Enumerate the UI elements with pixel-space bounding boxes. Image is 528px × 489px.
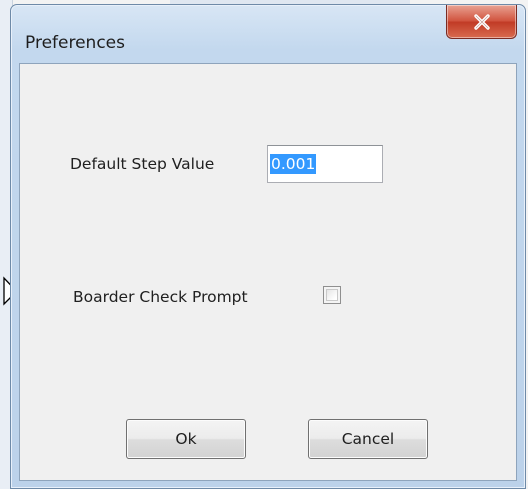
preferences-dialog: Preferences Default Step Value 0.001 Boa… (10, 4, 526, 489)
dialog-content: Default Step Value 0.001 Boarder Check P… (19, 63, 517, 481)
default-step-value-label: Default Step Value (70, 155, 215, 173)
ok-button[interactable]: Ok (126, 419, 246, 459)
default-step-value-text: 0.001 (270, 154, 317, 174)
default-step-value-input[interactable]: 0.001 (267, 145, 383, 183)
boarder-check-prompt-checkbox[interactable] (323, 286, 341, 304)
boarder-check-prompt-label: Boarder Check Prompt (73, 288, 248, 306)
title-bar[interactable]: Preferences (11, 5, 525, 63)
dialog-title: Preferences (25, 33, 125, 53)
close-icon (473, 13, 490, 30)
close-button[interactable] (446, 5, 517, 39)
cancel-button[interactable]: Cancel (308, 419, 428, 459)
